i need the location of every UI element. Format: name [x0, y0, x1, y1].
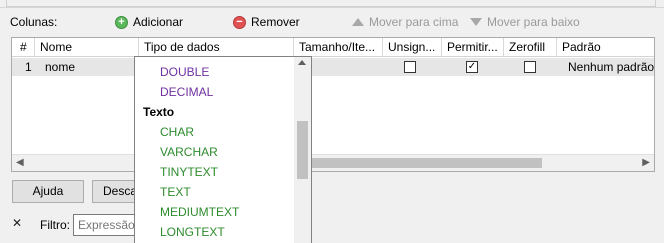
remove-column-button[interactable]: − Remover	[233, 15, 300, 29]
header-length[interactable]: Tamanho/Ite...	[294, 38, 383, 57]
header-default[interactable]: Padrão	[557, 38, 654, 57]
columns-grid[interactable]: # Nome Tipo de dados Tamanho/Ite... Unsi…	[11, 37, 655, 172]
remove-column-label: Remover	[251, 15, 300, 29]
data-type-option[interactable]: DOUBLE	[160, 62, 209, 82]
move-down-label: Mover para baixo	[487, 15, 580, 29]
header-zerofill[interactable]: Zerofill	[504, 38, 557, 57]
header-name[interactable]: Nome	[35, 38, 139, 57]
filter-label: Filtro:	[40, 218, 70, 232]
move-up-label: Mover para cima	[369, 15, 459, 29]
data-type-option[interactable]: DECIMAL	[160, 82, 213, 102]
row-index: 1	[25, 60, 32, 74]
grid-header: # Nome Tipo de dados Tamanho/Ite... Unsi…	[12, 38, 654, 57]
scroll-left-icon[interactable]: ◀	[16, 157, 24, 168]
data-type-option[interactable]: MEDIUMTEXT	[160, 202, 239, 222]
allow-null-checkbox[interactable]: ✓	[466, 61, 478, 73]
grid-horizontal-scrollbar[interactable]: ◀ ▶	[12, 154, 654, 171]
minus-icon: −	[233, 15, 246, 29]
plus-icon: +	[115, 15, 128, 29]
unsigned-checkbox[interactable]	[404, 61, 416, 73]
arrow-down-icon	[470, 18, 482, 26]
scrollbar-thumb[interactable]	[312, 158, 542, 168]
scroll-up-icon[interactable]	[298, 60, 306, 65]
columns-label: Colunas:	[10, 15, 58, 29]
dropdown-vertical-scrollbar[interactable]	[294, 57, 311, 243]
header-index[interactable]: #	[12, 38, 35, 57]
row-default-cell[interactable]: Nenhum padrão	[562, 58, 654, 76]
data-type-group-text: Texto	[143, 105, 175, 119]
data-type-option[interactable]: VARCHAR	[160, 142, 218, 162]
help-button[interactable]: Ajuda	[12, 180, 84, 203]
arrow-up-icon	[352, 18, 364, 26]
data-type-option[interactable]: LONGTEXT	[160, 222, 225, 242]
data-type-option[interactable]: CHAR	[160, 122, 194, 142]
add-column-label: Adicionar	[133, 15, 184, 29]
move-up-button[interactable]: Mover para cima	[352, 15, 458, 29]
close-filter-icon[interactable]: ✕	[12, 216, 22, 230]
dropdown-scrollbar-thumb[interactable]	[297, 121, 308, 179]
data-type-option[interactable]: TINYTEXT	[160, 162, 218, 182]
add-column-button[interactable]: + Adicionar	[115, 15, 183, 29]
top-panel-edge	[0, 0, 664, 8]
columns-toolbar: Colunas: + Adicionar − Remover Mover par…	[0, 12, 664, 34]
table-row[interactable]: 1 nome ✓ Nenhum padrão	[12, 58, 654, 76]
move-down-button[interactable]: Mover para baixo	[470, 15, 580, 29]
row-name-cell[interactable]: nome	[39, 58, 75, 76]
data-type-option[interactable]: TEXT	[160, 182, 191, 202]
scroll-right-icon[interactable]: ▶	[642, 157, 650, 168]
zerofill-checkbox[interactable]	[524, 61, 536, 73]
header-unsigned[interactable]: Unsign...	[383, 38, 442, 57]
data-type-dropdown-list[interactable]: DOUBLE DECIMAL Texto CHAR VARCHAR TINYTE…	[134, 56, 312, 243]
header-data-type[interactable]: Tipo de dados	[139, 38, 294, 57]
header-allow-null[interactable]: Permitir...	[442, 38, 504, 57]
discard-button[interactable]: Desca	[92, 180, 136, 203]
